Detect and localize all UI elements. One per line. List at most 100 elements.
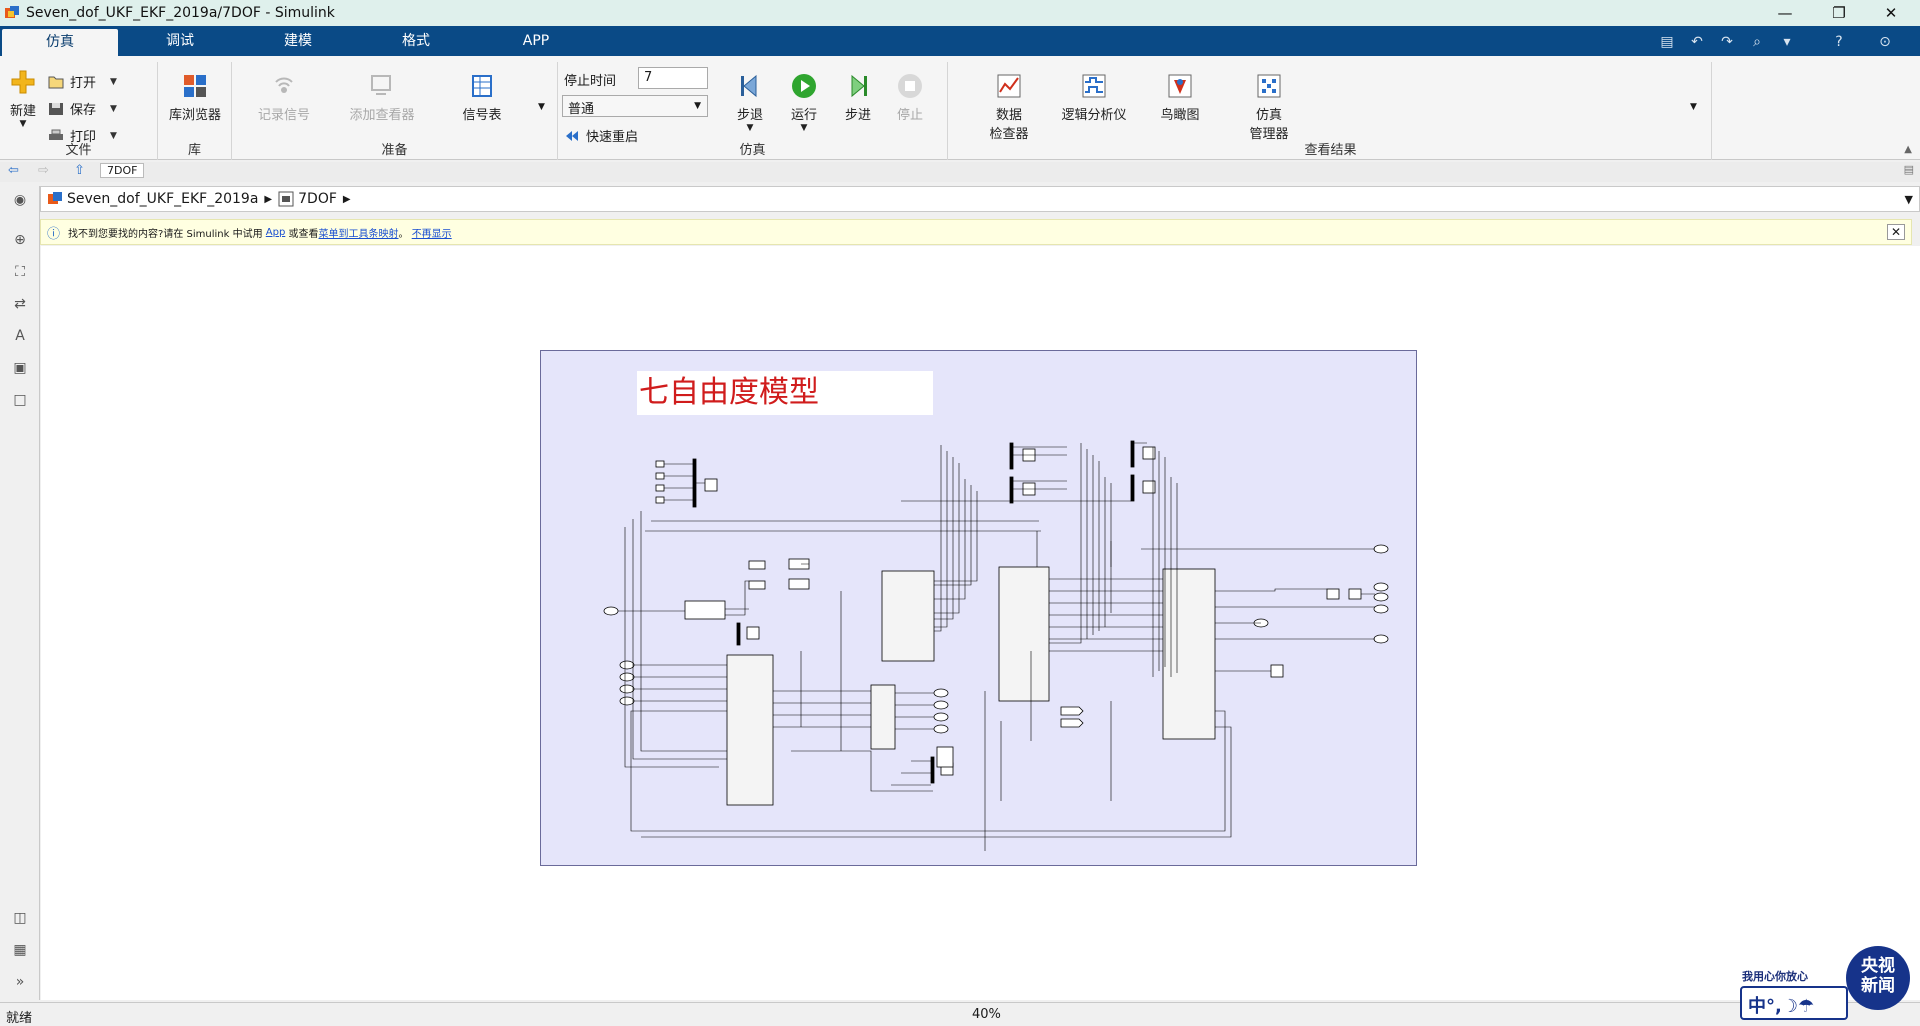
data-inspector-label-1: 数据 [995,108,1022,123]
inport-block [655,484,665,492]
find-icon[interactable]: ⌕ [1746,31,1768,53]
step-back-button[interactable]: 步退 ▼ [730,72,770,133]
minimize-ribbon-icon[interactable]: ▲ [1904,144,1912,155]
sim-manager-button[interactable]: 仿真 管理器 [1242,72,1296,142]
review-section-label: 查看结果 [1304,143,1357,158]
expand-panel-icon[interactable]: » [10,974,30,994]
history-tab[interactable]: 7DOF [100,163,145,178]
redo-icon[interactable]: ↷ [1716,31,1738,53]
arrow-direction-icon[interactable]: ⇄ [10,296,30,316]
zoom-icon[interactable]: ⊕ [10,232,30,252]
title-bar: Seven_dof_UKF_EKF_2019a/7DOF - Simulink [0,0,1920,26]
customize-icon[interactable]: ▾ [1776,31,1798,53]
review-expand-icon[interactable]: ▼ [1690,102,1697,112]
model-icon [48,192,62,204]
breadcrumb-root[interactable]: Seven_dof_UKF_EKF_2019a [67,191,258,207]
stop-time-input[interactable]: 7 [638,67,708,89]
hide-model-browser-icon[interactable]: ◉ [10,192,30,212]
stop-label: 停止 [896,108,923,123]
simulate-section-label: 仿真 [739,143,766,158]
hide-explorer-icon[interactable]: ▤ [1904,163,1914,176]
area-icon[interactable]: □ [10,392,30,412]
up-arrow-icon[interactable]: ⇧ [74,163,85,178]
folder-icon [48,76,64,88]
collapse-ribbon-icon[interactable]: ⊙ [1874,31,1896,53]
run-button[interactable]: 运行 ▼ [784,72,824,133]
birds-eye-button[interactable]: 鸟瞰图 [1148,72,1212,123]
save-label: 保存 [70,103,97,118]
save-dropdown-icon: ▼ [110,103,117,114]
new-button[interactable]: 新建 ▼ [6,68,40,129]
inport-block [619,660,635,670]
run-label: 运行 [790,108,817,123]
close-notice-icon[interactable]: ✕ [1886,224,1905,240]
step-back-label: 步退 [736,108,763,123]
annotation-icon[interactable]: A [10,328,30,348]
outport-block [1373,634,1389,644]
help-icon[interactable]: ? [1828,31,1850,53]
notice-dismiss-link[interactable]: 不再显示 [412,225,452,240]
outport-block [933,688,949,698]
maximize-button[interactable]: ❐ [1816,0,1862,26]
zoom-level: 40% [972,1007,1001,1022]
back-arrow-icon[interactable]: ⇦ [8,163,19,178]
watermark-brand-line2: 新闻 [1861,976,1895,996]
log-signals-button[interactable]: 记录信号 [252,72,316,123]
logic-analyzer-button[interactable]: 逻辑分析仪 [1054,72,1134,123]
birds-eye-icon [1168,74,1192,98]
goto-block [1060,718,1084,728]
notice-text-after: 。 [398,228,409,240]
display-block [748,580,766,590]
tab-debug[interactable]: 调试 [122,26,238,56]
screenshot-icon[interactable]: ◫ [10,910,30,930]
tab-modeling[interactable]: 建模 [240,26,356,56]
save-button[interactable]: 保存 ▼ [48,99,117,118]
add-viewer-button[interactable]: 添加查看器 [342,72,422,123]
status-text: 就绪 [6,1011,33,1026]
goto-block [1060,706,1084,716]
history-toolbar: ⇦ ⇨ ⇧ 7DOF ▤ [0,162,1920,182]
breadcrumb-dropdown-icon[interactable]: ▼ [1905,193,1913,206]
step-forward-button[interactable]: 步进 [838,72,878,123]
subsystem-7dof-area[interactable]: 七自由度模型 [540,350,1417,866]
signal-table-label: 信号表 [462,108,502,123]
property-inspector-icon[interactable]: ▦ [10,942,30,962]
subsystem-block [881,570,935,662]
mux-block [736,622,741,646]
breadcrumb-child[interactable]: 7DOF [298,191,337,207]
data-inspector-button[interactable]: 数据 检查器 [982,72,1036,142]
mux-block [1130,474,1135,502]
inport-block [619,684,635,694]
scope-block [1270,664,1284,678]
inport-block [655,472,665,480]
image-icon[interactable]: ▣ [10,360,30,380]
ime-indicator: 中°,☽☂ [1740,986,1848,1020]
save-icon[interactable]: ▤ [1656,31,1678,53]
library-browser-button[interactable]: 库浏览器 [162,72,228,123]
sim-mode-select[interactable]: 普通 ▼ [562,95,708,117]
tab-simulation[interactable]: 仿真 [2,29,118,56]
prepare-expand-icon[interactable]: ▼ [538,102,545,112]
step-back-dropdown-icon: ▼ [746,123,754,133]
notice-app-link[interactable]: App [266,227,286,238]
tab-format[interactable]: 格式 [358,26,474,56]
prepare-section-label: 准备 [381,143,408,158]
add-viewer-icon [371,75,391,95]
cctv-news-logo: 央视 新闻 [1846,946,1910,1010]
open-button[interactable]: 打开 ▼ [48,72,117,91]
fit-to-view-icon[interactable]: ⛶ [10,264,30,284]
signal-table-button[interactable]: 信号表 [450,72,514,123]
tab-apps[interactable]: APP [478,26,594,56]
inport-block [619,672,635,682]
undo-icon[interactable]: ↶ [1686,31,1708,53]
birds-eye-label: 鸟瞰图 [1160,108,1200,123]
close-window-button[interactable]: ✕ [1868,0,1914,26]
forward-arrow-icon[interactable]: ⇨ [38,163,49,178]
breadcrumb-end-icon[interactable]: ▶ [343,194,351,205]
mux-block [930,756,935,784]
library-section-label: 库 [187,143,201,158]
minimize-button[interactable]: — [1762,0,1808,26]
notice-map-link[interactable]: 菜单到工具条映射 [319,225,399,240]
stop-icon [898,74,922,98]
stop-button[interactable]: 停止 [890,72,930,123]
